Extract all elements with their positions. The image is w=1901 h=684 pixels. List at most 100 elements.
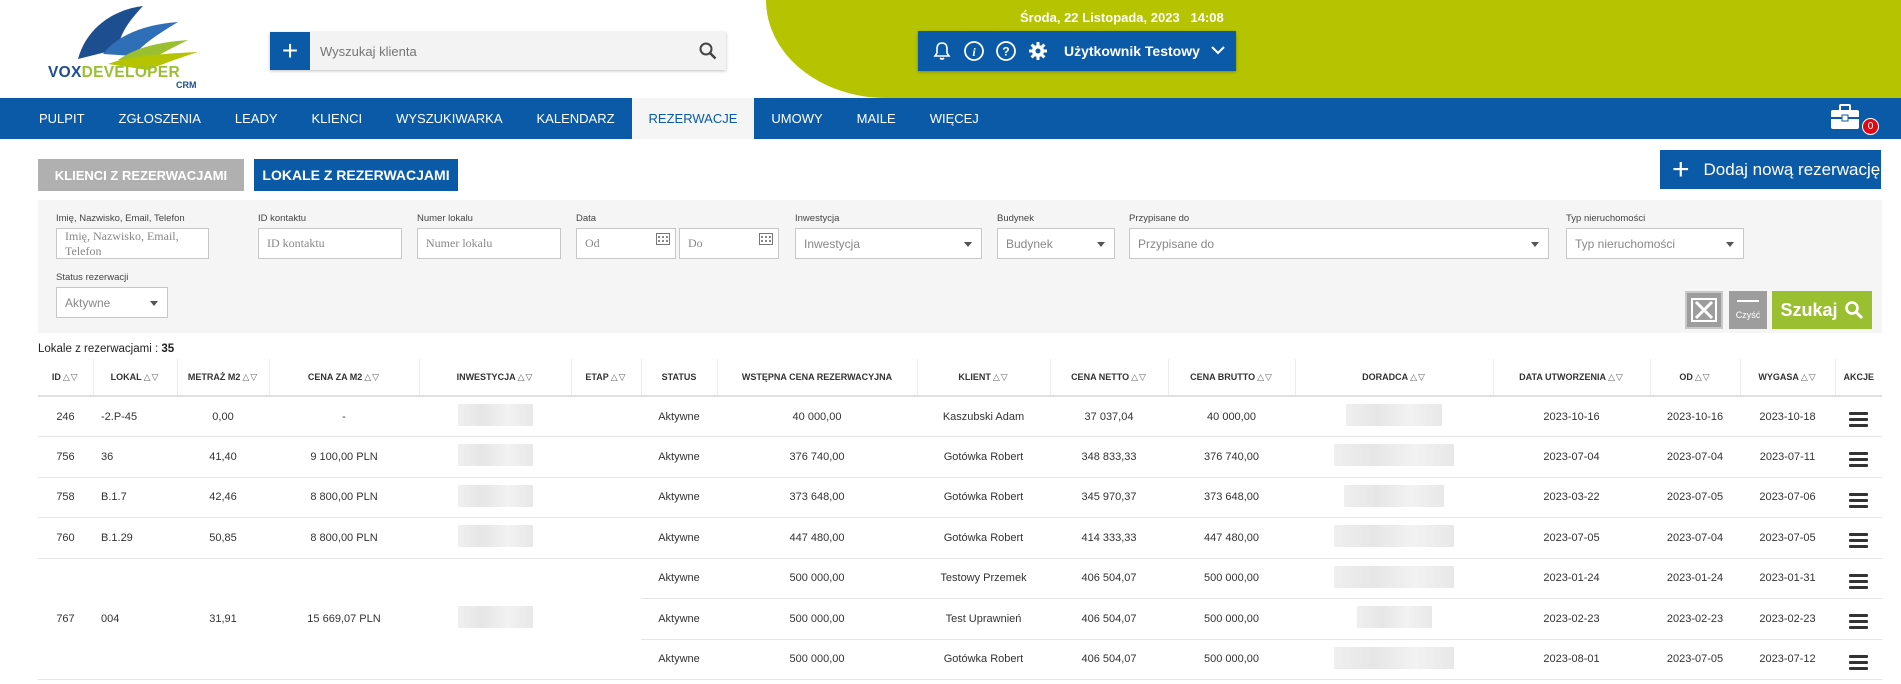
- nav-item-kalendarz[interactable]: KALENDARZ: [520, 98, 632, 139]
- nav-item-klienci[interactable]: KLIENCI: [295, 98, 380, 139]
- cell-created: 2023-08-01: [1493, 639, 1650, 680]
- filter-unit-number: Numer lokalu Numer lokalu: [417, 213, 561, 259]
- close-x-button[interactable]: [1685, 291, 1723, 329]
- tab-clients-with-reservations[interactable]: KLIENCI Z REZERWACJAMI: [38, 159, 244, 191]
- search-button[interactable]: Szukaj: [1772, 291, 1872, 329]
- table-row[interactable]: 758 B.1.7 42,46 8 800,00 PLN Aktywne 373…: [38, 477, 1882, 518]
- nav-item-umowy[interactable]: UMOWY: [754, 98, 839, 139]
- table-header-row: ID △▽ LOKAL △▽ METRAŻ M2 △▽ CENA ZA M2 △▽ IN…: [38, 359, 1882, 397]
- nav-item-rezerwacje[interactable]: REZERWACJE: [631, 98, 755, 139]
- filter-name-input[interactable]: Imię, Nazwisko, Email, Telefon: [56, 228, 209, 259]
- filter-investment-label: Inwestycja: [795, 213, 840, 224]
- th-expires[interactable]: WYGASA △▽: [1740, 359, 1836, 397]
- th-area[interactable]: METRAŻ M2 △▽: [177, 359, 270, 397]
- th-investment[interactable]: INWESTYCJA △▽: [419, 359, 572, 397]
- briefcase-count-badge: 0: [1862, 118, 1879, 135]
- cell-actions: [1835, 598, 1882, 640]
- nav-item-wyszukiwarka[interactable]: WYSZUKIWARKA: [379, 98, 519, 139]
- th-id[interactable]: ID △▽: [38, 359, 94, 397]
- filter-building-select[interactable]: Budynek: [997, 228, 1115, 259]
- cell-price-m2: 8 800,00 PLN: [269, 477, 419, 518]
- table-row[interactable]: 756 36 41,40 9 100,00 PLN Aktywne 376 74…: [38, 436, 1882, 478]
- hamburger-menu-icon[interactable]: [1849, 452, 1868, 468]
- cell-status: Aktywne: [641, 477, 717, 518]
- cell-initial-price: 376 740,00: [717, 436, 917, 478]
- filter-contact-id-input[interactable]: ID kontaktu: [258, 228, 402, 259]
- filter-status-label: Status rezerwacji: [56, 272, 129, 283]
- add-reservation-button[interactable]: + Dodaj nową rezerwację: [1660, 150, 1881, 189]
- briefcase-icon[interactable]: [1829, 103, 1861, 136]
- hamburger-menu-icon[interactable]: [1849, 533, 1868, 549]
- filter-name-label: Imię, Nazwisko, Email, Telefon: [56, 213, 185, 224]
- cell-price-m2: 8 800,00 PLN: [269, 517, 419, 559]
- th-price-m2[interactable]: CENA ZA M2 △▽: [269, 359, 420, 397]
- hamburger-menu-icon[interactable]: [1849, 614, 1868, 630]
- info-icon[interactable]: i: [958, 40, 990, 62]
- user-name[interactable]: Użytkownik Testowy: [1064, 43, 1200, 59]
- filter-assigned-select[interactable]: Przypisane do: [1129, 228, 1549, 259]
- cell-expires: 2023-07-12: [1740, 639, 1835, 680]
- cell-area: 41,40: [177, 436, 269, 478]
- tab-units-with-reservations[interactable]: LOKALE Z REZERWACJAMI: [254, 159, 458, 191]
- cell-advisor-redacted: [1295, 639, 1493, 680]
- cell-initial-price: 500 000,00: [717, 558, 917, 599]
- th-created[interactable]: DATA UTWORZENIA △▽: [1493, 359, 1651, 397]
- filter-assigned-value: Przypisane do: [1138, 236, 1215, 251]
- table-row[interactable]: 246 -2.P-45 0,00 - Aktywne 40 000,00 Kas…: [38, 396, 1882, 437]
- nav-item-pulpit[interactable]: PULPIT: [22, 98, 102, 139]
- client-search-input[interactable]: [310, 32, 690, 70]
- hamburger-menu-icon[interactable]: [1849, 573, 1868, 589]
- bell-icon[interactable]: [926, 41, 958, 61]
- th-actions-label: AKCJE: [1843, 372, 1874, 382]
- filter-date-to[interactable]: Do: [679, 228, 779, 259]
- cell-stage: [571, 477, 641, 518]
- table-row[interactable]: 760 B.1.29 50,85 8 800,00 PLN Aktywne 44…: [38, 517, 1882, 559]
- nav-item-zgloszenia[interactable]: ZGŁOSZENIA: [102, 98, 218, 139]
- cell-net: 406 504,07: [1050, 558, 1168, 599]
- nav-item-maile[interactable]: MAILE: [840, 98, 913, 139]
- th-actions: AKCJE: [1835, 359, 1882, 397]
- hamburger-menu-icon[interactable]: [1849, 654, 1868, 670]
- help-icon[interactable]: ?: [990, 40, 1022, 62]
- hamburger-menu-icon[interactable]: [1849, 492, 1868, 508]
- th-advisor[interactable]: DORADCA △▽: [1295, 359, 1494, 397]
- logo-crm: CRM: [176, 80, 197, 90]
- nav-item-wiecej[interactable]: WIĘCEJ: [913, 98, 996, 139]
- filter-contact-id: ID kontaktu ID kontaktu: [258, 213, 402, 259]
- filter-investment-select[interactable]: Inwestycja: [795, 228, 982, 259]
- chevron-down-icon[interactable]: [1210, 42, 1226, 60]
- search-icon: [1844, 301, 1863, 320]
- th-stage[interactable]: ETAP △▽: [571, 359, 642, 397]
- cell-actions: [1835, 477, 1882, 518]
- filter-unit-number-input[interactable]: Numer lokalu: [417, 228, 561, 259]
- hamburger-menu-icon[interactable]: [1849, 412, 1868, 427]
- cell-client: Gotówka Robert: [917, 639, 1050, 680]
- search-icon[interactable]: [690, 42, 726, 60]
- gear-icon[interactable]: [1022, 41, 1054, 61]
- filter-property-type-select[interactable]: Typ nieruchomości: [1566, 228, 1744, 259]
- cell-initial-price: 447 480,00: [717, 517, 917, 559]
- nav-item-leady[interactable]: LEADY: [218, 98, 295, 139]
- th-from[interactable]: OD △▽: [1650, 359, 1741, 397]
- table-row[interactable]: 767 004 31,91 15 669,07 PLN Aktywne 500 …: [38, 558, 1882, 680]
- filter-status-select[interactable]: Aktywne: [56, 287, 168, 318]
- results-count: Lokale z rezerwacjami : 35: [38, 343, 174, 355]
- th-unit[interactable]: LOKAL △▽: [93, 359, 178, 397]
- clear-button[interactable]: Czyść: [1729, 291, 1767, 329]
- results-count-value: 35: [161, 343, 175, 355]
- th-area-label: METRAŻ M2: [187, 371, 241, 382]
- cell-from: 2023-07-05: [1650, 639, 1740, 680]
- cell-gross: 447 480,00: [1168, 517, 1295, 559]
- cell-from: 2023-07-04: [1650, 517, 1740, 559]
- th-gross-price[interactable]: CENA BRUTTO △▽: [1168, 359, 1296, 397]
- svg-text:i: i: [972, 45, 976, 59]
- cell-net: 37 037,04: [1050, 396, 1168, 437]
- cell-expires: 2023-07-06: [1740, 477, 1835, 518]
- th-net-price[interactable]: CENA NETTO △▽: [1050, 359, 1169, 397]
- th-client[interactable]: KLIENT △▽: [917, 359, 1051, 397]
- filter-status: Status rezerwacji Aktywne: [56, 272, 168, 318]
- cell-investment-redacted: [419, 396, 571, 437]
- quick-add-button[interactable]: +: [270, 32, 310, 70]
- filter-date-from[interactable]: Od: [576, 228, 676, 259]
- cell-gross: 373 648,00: [1168, 477, 1295, 518]
